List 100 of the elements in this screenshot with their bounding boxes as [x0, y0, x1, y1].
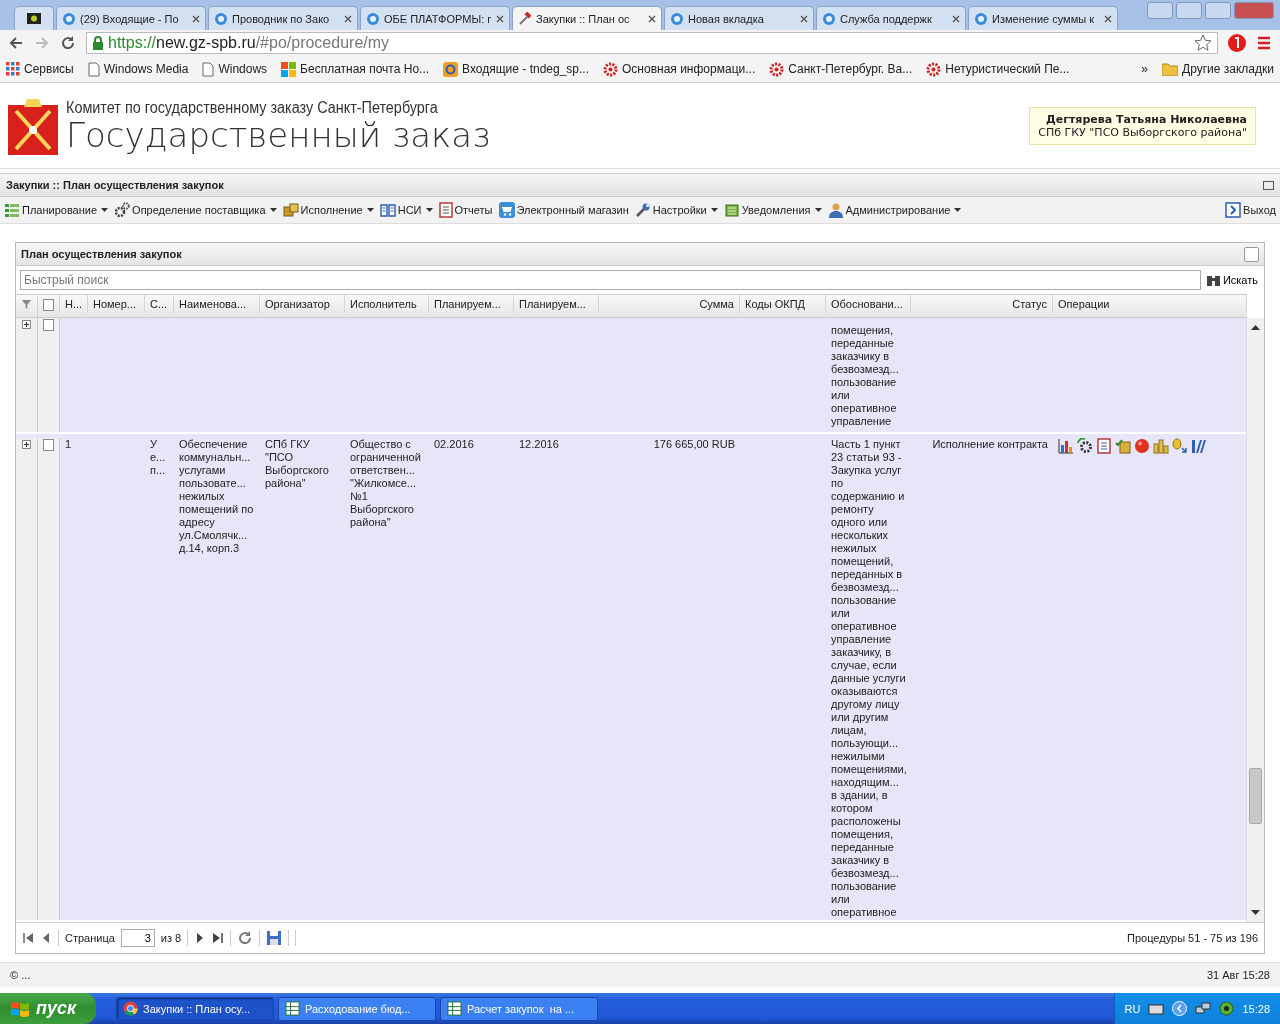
page-field[interactable]: 3 [120, 929, 155, 947]
logout-button[interactable]: Выход [1225, 202, 1276, 218]
menu-item[interactable]: НСИ [379, 202, 433, 218]
column-header[interactable]: Статус [911, 295, 1053, 313]
row-checkbox[interactable] [43, 298, 54, 311]
document-icon[interactable] [1096, 438, 1112, 454]
browser-tab[interactable]: ОБЕ ПЛАТФОРМЫ: г [360, 6, 510, 30]
bookmark[interactable]: Windows Media [87, 61, 189, 77]
bookmark[interactable]: Бесплатная почта Но... [281, 61, 430, 77]
crest-logo-icon [8, 96, 58, 155]
menu-item[interactable]: Планирование [4, 202, 109, 218]
committee-name: Комитет по государственному заказу Санкт-Петербурга [66, 98, 439, 117]
last-page-icon[interactable] [212, 932, 225, 944]
table-cell-text: 12.2016 [518, 438, 560, 452]
expand-icon[interactable] [22, 440, 31, 449]
bookmark[interactable]: Windows [202, 61, 268, 77]
menu-icon[interactable] [1256, 35, 1272, 51]
checklist-icon[interactable] [1115, 438, 1131, 454]
coin-stacks-icon[interactable] [1153, 438, 1169, 454]
browser-tab[interactable] [14, 6, 54, 30]
taskbar-button[interactable]: Расчет закупок на ... [440, 996, 598, 1021]
keyboard-icon[interactable] [1148, 1002, 1165, 1015]
taskbar-button[interactable]: Закупки :: План осу... [116, 996, 274, 1021]
back-icon[interactable] [8, 35, 24, 51]
menu-item[interactable]: Настройки [634, 202, 718, 218]
column-header[interactable]: Операции [1053, 295, 1247, 313]
menu-item[interactable]: Отчеты [438, 202, 493, 218]
bookmark[interactable]: Сервисы [6, 62, 74, 76]
menu-item[interactable]: Администрирование [827, 202, 962, 218]
filter-icon[interactable] [21, 297, 32, 311]
search-button[interactable]: Искать [1204, 274, 1260, 286]
column-header[interactable]: Исполнитель [345, 295, 429, 313]
shield-icon[interactable] [1219, 1001, 1235, 1016]
coin-arrow-icon[interactable] [1172, 438, 1188, 454]
column-header[interactable]: Планируем... [514, 295, 599, 313]
scroll-down-icon[interactable] [1251, 908, 1260, 916]
menu-item[interactable]: Определение поставщика [114, 202, 277, 218]
table-cell-text: 176 665,00 RUB [652, 438, 736, 452]
menu-item[interactable]: Электронный магазин [498, 202, 629, 218]
exit-door-icon [1225, 202, 1242, 218]
address-field[interactable]: https://new.gz-spb.ru/#po/procedure/my [86, 32, 1218, 54]
bookmark[interactable]: Санкт-Петербург. Ва... [769, 61, 913, 77]
globe-icon [670, 11, 684, 26]
page-count: из 8 [160, 932, 182, 944]
pager-summary: Процедуры 51 - 75 из 196 [1127, 932, 1258, 944]
browser-logo-icon [123, 1001, 138, 1016]
bar-chart-icon[interactable] [1058, 438, 1074, 454]
bookmark[interactable]: Нетуристический Пе... [926, 61, 1070, 77]
row-checkbox[interactable] [43, 439, 54, 451]
more-bookmarks[interactable]: » [1141, 62, 1149, 76]
gear-icon[interactable] [1077, 438, 1093, 454]
bookmark[interactable]: Основная информаци... [603, 61, 756, 77]
caret-icon [269, 208, 277, 212]
binoculars-icon [1206, 274, 1220, 286]
record-icon[interactable] [1134, 438, 1150, 454]
monitor-icon [26, 10, 42, 27]
column-header[interactable]: Н... [60, 295, 88, 313]
search-field[interactable]: Быстрый поиск [20, 270, 1201, 290]
letter-logo-icon[interactable] [1228, 34, 1246, 52]
reload-icon[interactable] [60, 35, 76, 51]
first-page-icon[interactable] [22, 932, 34, 944]
browser-tab[interactable]: Проводник по Зако [208, 6, 358, 30]
expand-icon[interactable] [22, 320, 31, 329]
column-header[interactable]: Планируем... [429, 295, 514, 313]
scrollbar-thumb[interactable] [1249, 768, 1262, 824]
books-icon[interactable] [1191, 438, 1207, 454]
browser-tab[interactable]: (29) Входящие - По [56, 6, 206, 30]
row-checkbox[interactable] [43, 319, 54, 331]
menu-item[interactable]: Исполнение [282, 202, 374, 218]
taskbar-button[interactable]: Расходование бюд... [278, 996, 436, 1021]
column-header[interactable]: Сумма [599, 295, 740, 313]
language-indicator[interactable]: RU [1124, 1002, 1141, 1015]
star-icon[interactable] [1194, 34, 1212, 52]
column-header[interactable]: Номер... [88, 295, 145, 313]
caret-icon [710, 208, 718, 212]
notes-icon [723, 202, 740, 218]
browser-tab[interactable]: Новая вкладка [664, 6, 814, 30]
column-header[interactable]: Обосновани... [826, 295, 911, 313]
user-name: Дегтярева Татьяна Николаевна [1044, 112, 1247, 126]
caret-icon [366, 208, 374, 212]
column-header[interactable]: Коды ОКПД [740, 295, 826, 313]
network-icon[interactable] [1195, 1001, 1212, 1016]
scroll-up-icon[interactable] [1251, 324, 1260, 332]
gear-icon [769, 61, 785, 77]
browser-tab[interactable]: Изменение суммы к [968, 6, 1118, 30]
table-cell-text: 1 [64, 438, 73, 452]
column-header[interactable]: С... [145, 295, 174, 313]
at-sign-icon [443, 61, 459, 77]
bookmark[interactable]: Входящие - tndeg_sp... [443, 61, 589, 77]
browser-tab[interactable]: Служба поддержк [816, 6, 966, 30]
bookmark-folder[interactable]: Другие закладки [1162, 62, 1274, 76]
hammer-icon [518, 11, 532, 26]
menu-item[interactable]: Уведомления [723, 202, 822, 218]
browser-tab[interactable]: Закупки :: План ос [512, 6, 662, 30]
column-header[interactable]: Наименова... [174, 295, 260, 313]
start-button[interactable]: пуск [0, 993, 96, 1024]
save-icon[interactable] [266, 930, 283, 946]
column-header[interactable]: Организатор [260, 295, 345, 313]
caret-icon [101, 208, 109, 212]
cart-icon [498, 202, 515, 218]
